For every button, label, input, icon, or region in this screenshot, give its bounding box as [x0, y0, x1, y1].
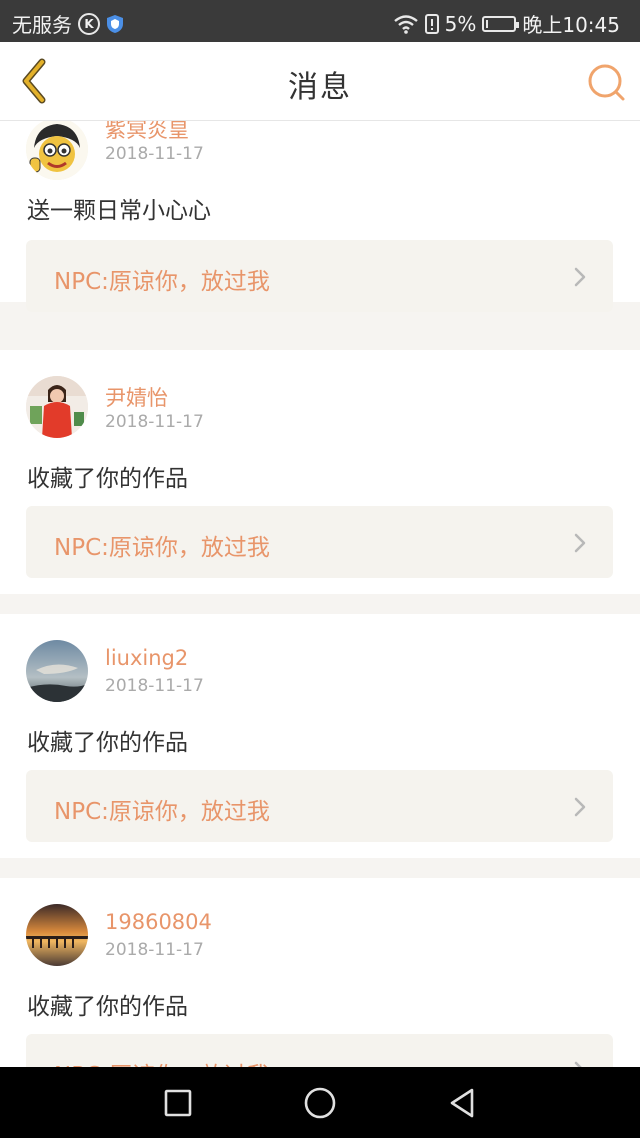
username[interactable]: 19860804: [105, 910, 212, 934]
message-card: 尹婧怡 2018-11-17 收藏了你的作品 NPC:原谅你，放过我: [0, 350, 640, 594]
cartoon-face-avatar-image: [26, 121, 88, 180]
sunset-pier-avatar-image: [26, 904, 88, 966]
wifi-icon: [393, 14, 418, 34]
message-card: 紫冥炎皇 2018-11-17 送一颗日常小心心 NPC:原谅你，放过我: [0, 121, 640, 312]
work-title: NPC:原谅你，放过我: [54, 799, 270, 825]
avatar[interactable]: [26, 121, 88, 180]
timestamp: 2018-11-17: [105, 676, 204, 696]
work-title: NPC:原谅你，放过我: [54, 1056, 270, 1067]
sky-photo-avatar-image: [26, 640, 88, 702]
chevron-right-icon: [574, 533, 586, 553]
username[interactable]: 尹婧怡: [105, 382, 168, 412]
back-triangle-icon[interactable]: [444, 1085, 480, 1121]
status-bar-left: 无服务 K: [12, 9, 130, 38]
recents-square-icon[interactable]: [160, 1085, 196, 1121]
work-title: NPC:原谅你，放过我: [54, 535, 270, 561]
message-card: 19860804 2018-11-17 收藏了你的作品 NPC:原谅你，放过我: [0, 878, 640, 1067]
work-link[interactable]: NPC:原谅你，放过我: [26, 240, 613, 312]
work-link[interactable]: NPC:原谅你，放过我: [26, 506, 613, 578]
timestamp: 2018-11-17: [105, 940, 204, 960]
chevron-right-icon: [574, 1061, 582, 1067]
avatar[interactable]: [26, 904, 88, 966]
message-text: 收藏了你的作品: [27, 466, 188, 492]
status-bar: 无服务 K 5% 晚上10:45: [0, 0, 640, 42]
chevron-right-icon: [574, 267, 586, 287]
girl-photo-avatar-image: [26, 376, 88, 438]
work-link[interactable]: NPC:原谅你，放过我: [26, 770, 613, 842]
message-text: 收藏了你的作品: [27, 730, 188, 756]
avatar[interactable]: [26, 376, 88, 438]
alert-card-icon: [424, 13, 439, 34]
k-circle-icon: K: [78, 12, 100, 35]
top-bar: 消息: [0, 42, 640, 121]
chevron-right-icon: [574, 797, 586, 817]
status-bar-right: 5% 晚上10:45: [393, 9, 626, 38]
username[interactable]: liuxing2: [105, 646, 188, 670]
shield-icon: [107, 14, 123, 33]
work-link[interactable]: NPC:原谅你，放过我: [26, 1034, 613, 1067]
message-card: liuxing2 2018-11-17 收藏了你的作品 NPC:原谅你，放过我: [0, 614, 640, 858]
username[interactable]: 紫冥炎皇: [105, 121, 189, 144]
message-feed[interactable]: 紫冥炎皇 2018-11-17 送一颗日常小心心 NPC:原谅你，放过我 尹婧怡…: [0, 121, 640, 1067]
message-text: 收藏了你的作品: [27, 994, 188, 1020]
clock: 晚上10:45: [522, 13, 620, 37]
page-title: 消息: [288, 70, 352, 105]
carrier-label: 无服务: [12, 13, 72, 37]
battery-icon: [482, 15, 520, 32]
battery-percent: 5%: [444, 11, 477, 36]
battery-fill: [486, 19, 489, 28]
timestamp: 2018-11-17: [105, 144, 204, 164]
system-nav-bar: [0, 1067, 640, 1138]
work-title: NPC:原谅你，放过我: [54, 269, 270, 295]
message-text: 送一颗日常小心心: [27, 198, 211, 224]
search-icon[interactable]: [586, 62, 626, 102]
avatar[interactable]: [26, 640, 88, 702]
timestamp: 2018-11-17: [105, 412, 204, 432]
home-circle-icon[interactable]: [302, 1085, 338, 1121]
